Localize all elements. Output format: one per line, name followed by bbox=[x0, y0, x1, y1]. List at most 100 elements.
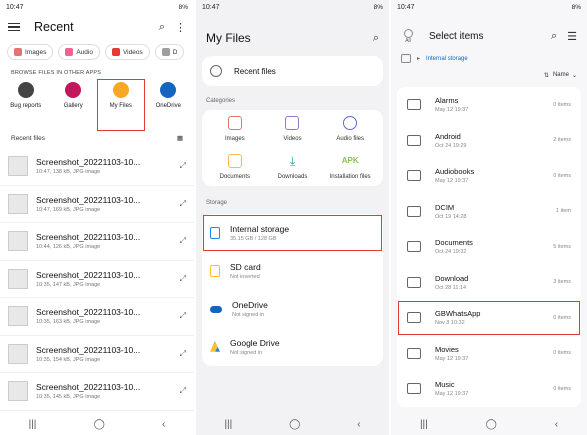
search-icon[interactable]: ⌕ bbox=[551, 30, 557, 43]
back-button[interactable]: ‹ bbox=[555, 419, 558, 430]
chevron-right-icon: ▸ bbox=[417, 56, 421, 62]
system-nav-bar: ||| ◯ ‹ bbox=[391, 413, 587, 435]
expand-icon[interactable]: ⤢ bbox=[180, 199, 186, 209]
recents-button[interactable]: ||| bbox=[224, 419, 232, 430]
category-audio[interactable]: Audio files bbox=[321, 116, 379, 142]
gallery-icon bbox=[65, 82, 82, 98]
folder-row[interactable]: DCIM Oct 19 14:28 1 item bbox=[397, 194, 581, 230]
back-button[interactable]: ‹ bbox=[357, 419, 360, 430]
storage-label: Storage bbox=[206, 200, 228, 206]
expand-icon[interactable]: ⤢ bbox=[180, 311, 186, 321]
expand-icon[interactable]: ⤢ bbox=[180, 236, 186, 246]
list-item[interactable]: Screenshot_20221103-10... 10:35, 154 kB, … bbox=[0, 336, 194, 373]
search-icon[interactable]: ⌕ bbox=[373, 32, 379, 45]
status-battery: 8% bbox=[178, 3, 188, 11]
expand-icon[interactable]: ⤢ bbox=[180, 274, 186, 284]
expand-icon[interactable]: ⤢ bbox=[180, 349, 186, 359]
folder-row[interactable]: Movies May 12 19:37 0 items bbox=[397, 336, 581, 372]
selection-bar: All Select items ⌕ ☰ bbox=[391, 14, 587, 50]
folder-row[interactable]: Download Oct 28 11:14 3 items bbox=[397, 265, 581, 301]
cloud-icon bbox=[160, 82, 177, 98]
folder-row[interactable]: Documents Oct 24 19:32 5 items bbox=[397, 229, 581, 265]
home-button[interactable]: ◯ bbox=[289, 419, 300, 430]
clock-icon bbox=[210, 65, 222, 77]
chevron-down-icon: ⌄ bbox=[571, 72, 577, 79]
breadcrumb-internal-storage[interactable]: Internal storage bbox=[426, 56, 468, 62]
expand-icon[interactable]: ⤢ bbox=[180, 386, 186, 396]
list-item[interactable]: Screenshot_20221103-10... 10:47, 169 kB, … bbox=[0, 186, 194, 223]
category-images[interactable]: Images bbox=[206, 116, 264, 142]
browse-label: BROWSE FILES IN OTHER APPS bbox=[11, 70, 102, 76]
page-title: Recent bbox=[34, 20, 74, 34]
back-button[interactable]: ‹ bbox=[162, 419, 165, 430]
category-installation-files[interactable]: APK Installation files bbox=[321, 154, 379, 180]
home-button[interactable]: ◯ bbox=[94, 419, 105, 430]
video-icon bbox=[285, 116, 300, 130]
chip-images[interactable]: Images bbox=[7, 44, 54, 60]
status-time: 10:47 bbox=[6, 3, 24, 11]
status-time: 10:47 bbox=[202, 3, 220, 11]
app-my-files[interactable]: My Files bbox=[96, 79, 145, 131]
categories-card: Images Videos Audio files Documents ⤓ Dow… bbox=[202, 110, 383, 186]
document-icon bbox=[227, 154, 242, 168]
storage-onedrive[interactable]: OneDrive Not signed in bbox=[202, 290, 383, 328]
download-icon: ⤓ bbox=[289, 154, 296, 168]
recent-files-card[interactable]: Recent files bbox=[202, 56, 383, 86]
music-note-icon bbox=[343, 116, 358, 130]
folder-icon bbox=[407, 99, 421, 111]
chip-audio[interactable]: Audio bbox=[58, 44, 100, 60]
status-bar: 10:47 8% bbox=[196, 0, 389, 14]
list-item[interactable]: Screenshot_20221103-10... 10:35, 145 kB, … bbox=[0, 373, 194, 411]
folder-icon bbox=[407, 241, 421, 253]
system-nav-bar: ||| ◯ ‹ bbox=[0, 413, 194, 435]
folder-row[interactable]: Music May 12 19:37 0 items bbox=[397, 371, 581, 407]
chip-videos[interactable]: Videos bbox=[104, 44, 150, 60]
recents-button[interactable]: ||| bbox=[29, 419, 37, 430]
sd-card-icon bbox=[210, 265, 220, 277]
app-gallery[interactable]: Gallery bbox=[52, 82, 94, 126]
home-icon[interactable] bbox=[401, 54, 411, 63]
thumbnail-icon bbox=[8, 306, 28, 327]
list-item[interactable]: Screenshot_20221103-10... 10:35, 163 kB, … bbox=[0, 298, 194, 336]
google-drive-icon bbox=[210, 341, 220, 352]
checkbox-icon bbox=[403, 28, 413, 38]
recent-files-label: Recent files bbox=[234, 66, 276, 76]
category-downloads[interactable]: ⤓ Downloads bbox=[264, 154, 322, 180]
app-bug-reports[interactable]: Bug reports bbox=[5, 82, 47, 126]
recent-screen: 10:47 8% Recent ⌕ ⋮ Images Audio Videos … bbox=[0, 0, 194, 435]
recents-button[interactable]: ||| bbox=[420, 419, 428, 430]
app-bar: My Files ⌕ bbox=[196, 14, 389, 50]
menu-icon[interactable] bbox=[8, 23, 20, 31]
more-options-icon[interactable]: ⋮ bbox=[175, 21, 186, 34]
status-bar: 10:47 8% bbox=[0, 0, 194, 14]
storage-google-drive[interactable]: Google Drive Not signed in bbox=[202, 328, 383, 366]
thumbnail-icon bbox=[8, 156, 28, 177]
list-item[interactable]: Screenshot_20221103-10... 10:47, 138 kB, … bbox=[0, 148, 194, 186]
storage-internal[interactable]: Internal storage 35.15 GB / 128 GB bbox=[202, 214, 383, 252]
sort-control[interactable]: ⇅ Name ⌄ bbox=[391, 67, 587, 83]
list-item[interactable]: Screenshot_20221103-10... 10:44, 126 kB, … bbox=[0, 223, 194, 261]
folder-row[interactable]: Audiobooks May 12 19:37 0 items bbox=[397, 158, 581, 194]
cloud-icon bbox=[210, 305, 222, 313]
status-time: 10:47 bbox=[397, 3, 415, 11]
list-item[interactable]: Screenshot_20221103-10... 10:35, 147 kB, … bbox=[0, 261, 194, 298]
list-menu-icon[interactable]: ☰ bbox=[567, 30, 577, 43]
folder-row[interactable]: Android Oct 24 19:29 2 items bbox=[397, 123, 581, 159]
video-icon bbox=[111, 48, 120, 56]
category-videos[interactable]: Videos bbox=[264, 116, 322, 142]
folder-row-gbwhatsapp[interactable]: GBWhatsApp Nov 3 10:32 0 items bbox=[397, 300, 581, 336]
search-icon[interactable]: ⌕ bbox=[159, 21, 165, 34]
grid-view-icon[interactable]: ▦ bbox=[177, 134, 183, 142]
screenshot-collage: 10:47 8% Recent ⌕ ⋮ Images Audio Videos … bbox=[0, 0, 587, 435]
expand-icon[interactable]: ⤢ bbox=[180, 161, 186, 171]
folder-download-icon bbox=[407, 276, 421, 288]
select-all-checkbox[interactable]: All bbox=[401, 28, 415, 44]
app-onedrive[interactable]: OneDrive bbox=[147, 82, 189, 126]
category-documents[interactable]: Documents bbox=[206, 154, 264, 180]
phone-icon bbox=[210, 227, 220, 239]
chip-documents[interactable]: D bbox=[154, 44, 185, 60]
storage-sd-card[interactable]: SD card Not inserted bbox=[202, 252, 383, 290]
filter-chips: Images Audio Videos D bbox=[0, 40, 194, 64]
home-button[interactable]: ◯ bbox=[486, 419, 497, 430]
folder-row[interactable]: Alarms May 12 19:37 0 items bbox=[397, 87, 581, 123]
